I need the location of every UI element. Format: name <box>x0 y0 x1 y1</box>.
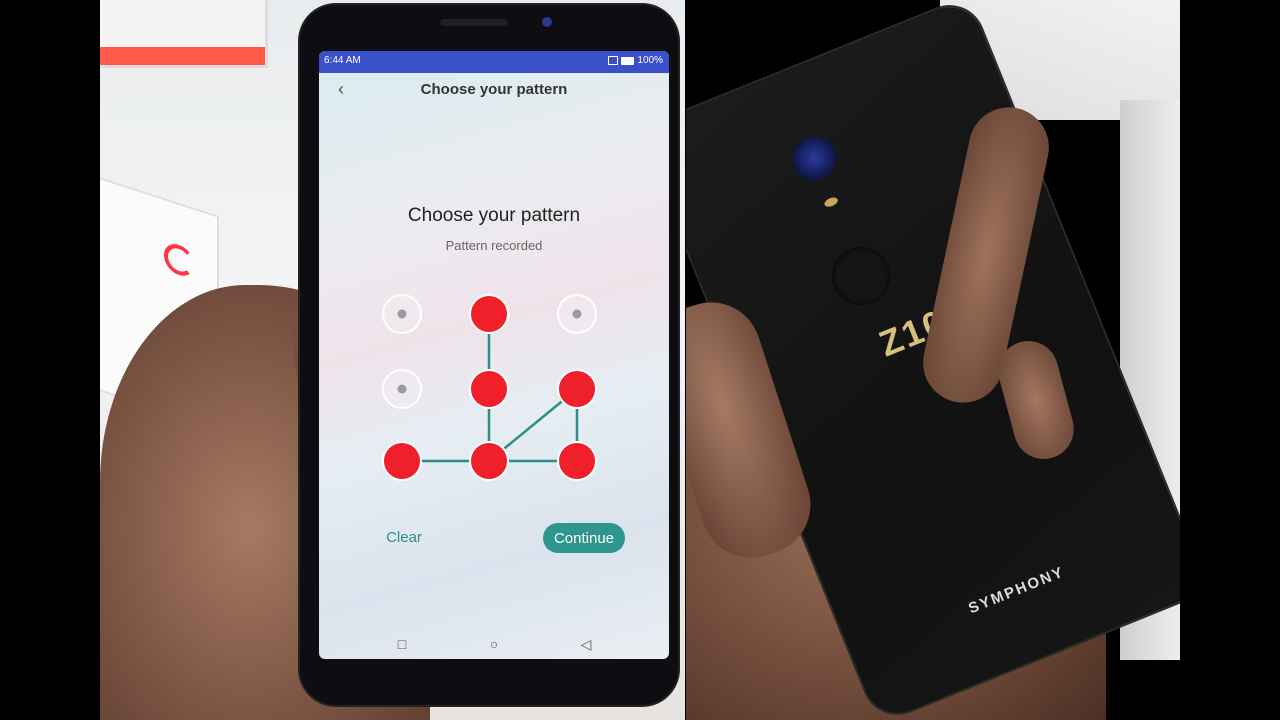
navigation-bar: □ ○ ◁ <box>319 629 669 659</box>
back-icon[interactable]: ◁ <box>575 633 597 655</box>
pattern-dot[interactable] <box>382 441 422 481</box>
flash-icon <box>823 195 840 209</box>
earpiece-speaker <box>440 19 508 26</box>
right-photo: Z10 SYMPHONY <box>686 0 1180 720</box>
fingerprint-sensor <box>823 238 899 315</box>
pattern-dot[interactable] <box>382 369 422 409</box>
brand-logo-icon <box>164 240 194 280</box>
phone-front: 6:44 AM 100% ‹ Choose your pattern Choos… <box>300 5 678 705</box>
pattern-dot[interactable] <box>557 294 597 334</box>
pattern-grid[interactable] <box>319 51 669 659</box>
pattern-dot[interactable] <box>469 294 509 334</box>
rear-camera-icon <box>785 129 844 187</box>
front-camera-icon <box>542 17 552 27</box>
pattern-dot[interactable] <box>382 294 422 334</box>
continue-button[interactable]: Continue <box>543 523 625 553</box>
clear-button[interactable]: Clear <box>374 523 434 551</box>
left-photo: 6:44 AM 100% ‹ Choose your pattern Choos… <box>100 0 685 720</box>
pattern-dot[interactable] <box>469 441 509 481</box>
product-box <box>100 0 268 68</box>
recents-icon[interactable]: □ <box>391 633 413 655</box>
phone-screen: 6:44 AM 100% ‹ Choose your pattern Choos… <box>319 51 669 659</box>
home-icon[interactable]: ○ <box>483 633 505 655</box>
pattern-dot[interactable] <box>557 441 597 481</box>
pattern-dot[interactable] <box>557 369 597 409</box>
pattern-dot[interactable] <box>469 369 509 409</box>
